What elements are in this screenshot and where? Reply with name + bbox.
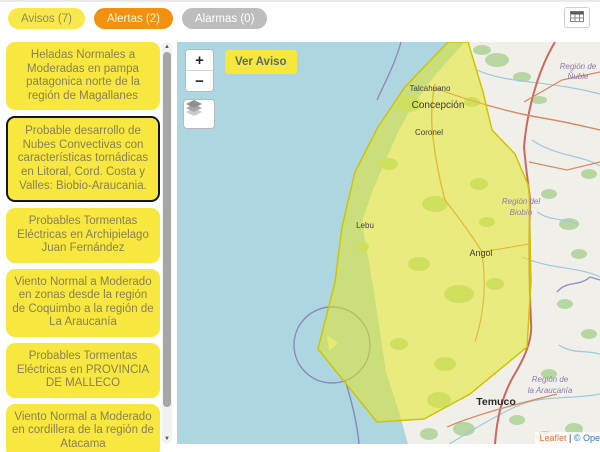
leaflet-attribution-link[interactable]: Leaflet bbox=[539, 433, 566, 443]
map-label-region-araucania: la Araucanía bbox=[528, 386, 573, 395]
map-label-region-nuble: Ñuble bbox=[568, 72, 589, 81]
map-label-region-araucania: Región de bbox=[532, 375, 569, 384]
alert-list-item[interactable]: Heladas Normales a Moderadas en pampa pa… bbox=[6, 42, 160, 110]
table-icon bbox=[570, 9, 584, 27]
alert-list-item[interactable]: Probables Tormentas Eléctricas en Archip… bbox=[6, 208, 160, 263]
leaflet-map[interactable]: Talcahuano Concepción Coronel Lebu Angol… bbox=[177, 42, 600, 444]
alert-list-item[interactable]: Viento Normal a Moderado en cordillera d… bbox=[6, 404, 160, 452]
map-attribution: Leaflet | © Ope bbox=[535, 432, 600, 444]
attribution-separator: | bbox=[567, 433, 574, 443]
sidebar-scrollbar[interactable]: ▲ ▼ bbox=[162, 42, 172, 444]
map-label-region-biobio: Región del bbox=[502, 197, 540, 206]
map-label-region-nuble: Región de bbox=[560, 62, 597, 71]
alert-type-tabbar: Avisos (7) Alertas (2) Alarmas (0) bbox=[8, 8, 267, 29]
map-label-region-biobio: Biobío bbox=[510, 208, 533, 217]
table-view-button[interactable] bbox=[564, 7, 590, 28]
zoom-in-button[interactable]: + bbox=[186, 50, 213, 71]
scrollbar-thumb[interactable] bbox=[163, 52, 171, 407]
scroll-up-icon[interactable]: ▲ bbox=[162, 44, 172, 50]
map-canvas: Talcahuano Concepción Coronel Lebu Angol… bbox=[177, 42, 600, 444]
tab-avisos[interactable]: Avisos (7) bbox=[8, 8, 85, 29]
map-label-concepcion: Concepción bbox=[412, 100, 465, 111]
map-zoom-control: + − bbox=[185, 49, 214, 92]
alert-list-item-selected[interactable]: Probable desarrollo de Nubes Convectivas… bbox=[6, 116, 160, 202]
scroll-down-icon[interactable]: ▼ bbox=[162, 436, 172, 442]
map-label-angol: Angol bbox=[469, 248, 492, 258]
alert-list: Heladas Normales a Moderadas en pampa pa… bbox=[6, 42, 160, 452]
map-label-temuco: Temuco bbox=[476, 396, 515, 408]
alert-list-item[interactable]: Viento Normal a Moderado en zonas desde … bbox=[6, 269, 160, 337]
tab-alertas[interactable]: Alertas (2) bbox=[94, 8, 173, 29]
tab-alarmas[interactable]: Alarmas (0) bbox=[182, 8, 267, 29]
osm-attribution-link[interactable]: © Ope bbox=[574, 433, 600, 443]
alert-list-item[interactable]: Probables Tormentas Eléctricas en PROVIN… bbox=[6, 343, 160, 398]
map-label-lebu: Lebu bbox=[356, 221, 374, 230]
map-label-coronel: Coronel bbox=[415, 128, 443, 137]
map-layers-button[interactable] bbox=[183, 99, 215, 129]
ver-aviso-button[interactable]: Ver Aviso bbox=[225, 50, 297, 74]
zoom-out-button[interactable]: − bbox=[186, 71, 213, 91]
map-label-talcahuano: Talcahuano bbox=[410, 84, 451, 93]
